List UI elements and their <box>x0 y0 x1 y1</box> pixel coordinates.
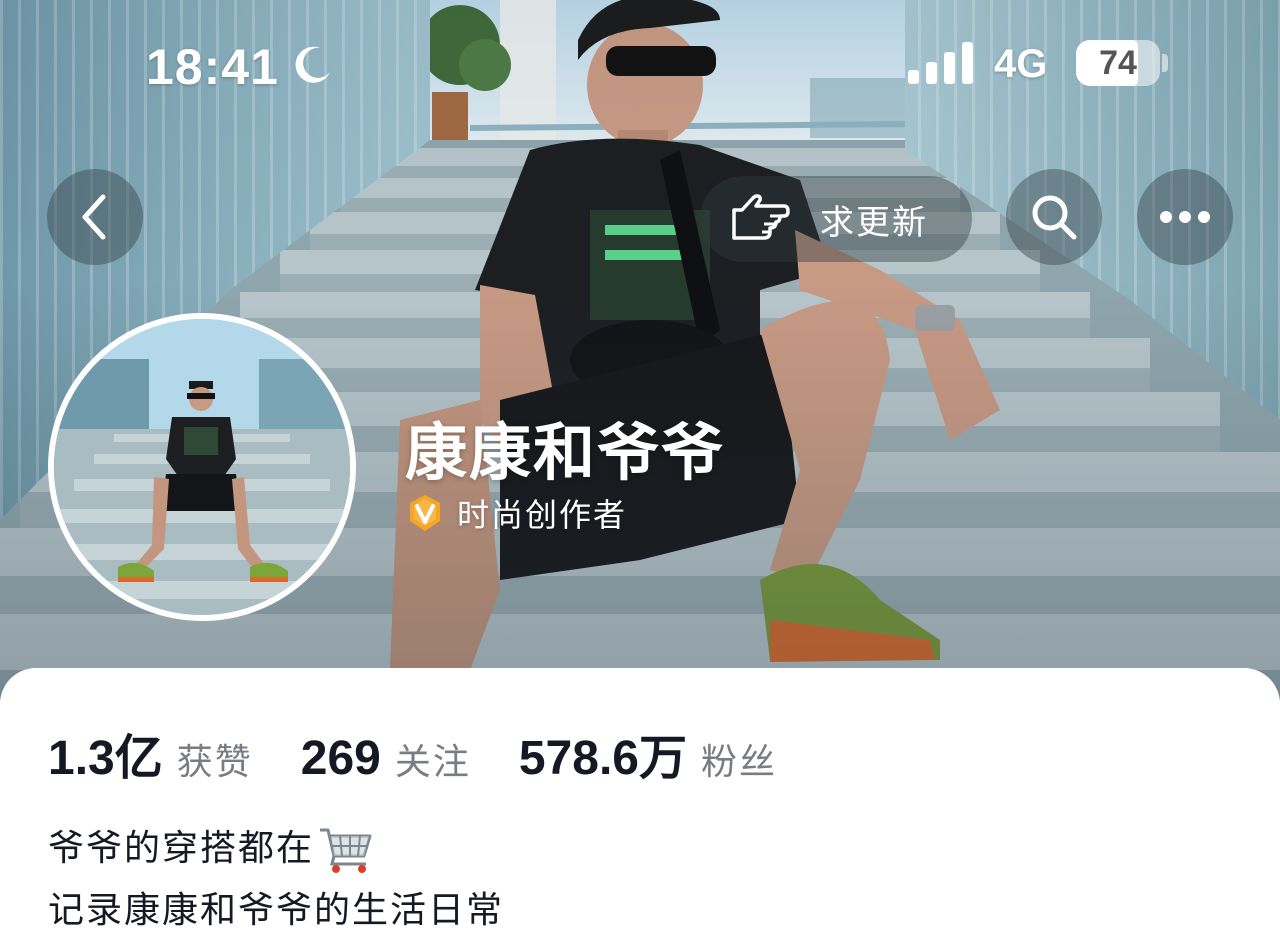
request-update-label: 求更新 <box>820 202 928 243</box>
battery-percent: 74 <box>1099 44 1137 82</box>
verified-v-badge-icon <box>410 495 440 531</box>
profile-info-card: 1.3亿 获赞 269 关注 578.6万 粉丝 爷爷的穿搭都在 记录康康和爷爷… <box>0 668 1280 933</box>
status-bar: 18:41 4G 74 <box>0 0 1280 130</box>
stat-likes-label: 获赞 <box>176 742 253 783</box>
stat-following-label: 关注 <box>394 742 471 783</box>
stats-row: 1.3亿 获赞 269 关注 578.6万 粉丝 <box>48 718 825 788</box>
battery-cap <box>1162 54 1168 72</box>
bio-line-2: 记录康康和爷爷的生活日常 <box>48 890 505 931</box>
more-options-button[interactable] <box>1137 169 1233 265</box>
stat-followers-value: 578.6万 <box>518 732 687 785</box>
moon-icon <box>295 46 330 83</box>
search-button[interactable] <box>1006 169 1102 265</box>
profile-name: 康康和爷爷 <box>405 416 726 489</box>
bio-line-1: 爷爷的穿搭都在 <box>48 818 504 880</box>
chevron-left-icon <box>82 194 106 240</box>
creator-category-label: 时尚创作者 <box>457 496 628 534</box>
search-icon <box>1032 195 1077 240</box>
stat-following-value: 269 <box>300 732 381 785</box>
signal-icon <box>908 42 973 84</box>
pointing-hand-icon <box>732 194 790 240</box>
avatar-photo <box>54 319 350 615</box>
request-update-button[interactable]: 求更新 <box>700 176 972 262</box>
avatar[interactable] <box>48 313 356 621</box>
profile-screen: 18:41 4G 74 求更新 康康和爷爷 时尚创作者 1.3亿 获赞 269 … <box>0 0 1280 933</box>
stat-following[interactable]: 269 关注 <box>301 731 471 786</box>
status-time: 18:41 <box>146 39 279 95</box>
back-button[interactable] <box>47 169 143 265</box>
verification-row[interactable]: 时尚创作者 <box>405 490 627 536</box>
network-type: 4G <box>994 42 1048 86</box>
stat-followers[interactable]: 578.6万 粉丝 <box>519 718 777 788</box>
stat-likes-value: 1.3亿 <box>48 732 163 785</box>
more-dots-icon <box>1160 211 1210 223</box>
shopping-cart-icon[interactable] <box>318 824 374 874</box>
bio-line-1-text: 爷爷的穿搭都在 <box>48 828 315 869</box>
bio: 爷爷的穿搭都在 记录康康和爷爷的生活日常 <box>48 818 504 933</box>
battery-icon: 74 <box>1076 40 1160 86</box>
stat-likes[interactable]: 1.3亿 获赞 <box>48 718 253 788</box>
stat-followers-label: 粉丝 <box>700 742 777 783</box>
